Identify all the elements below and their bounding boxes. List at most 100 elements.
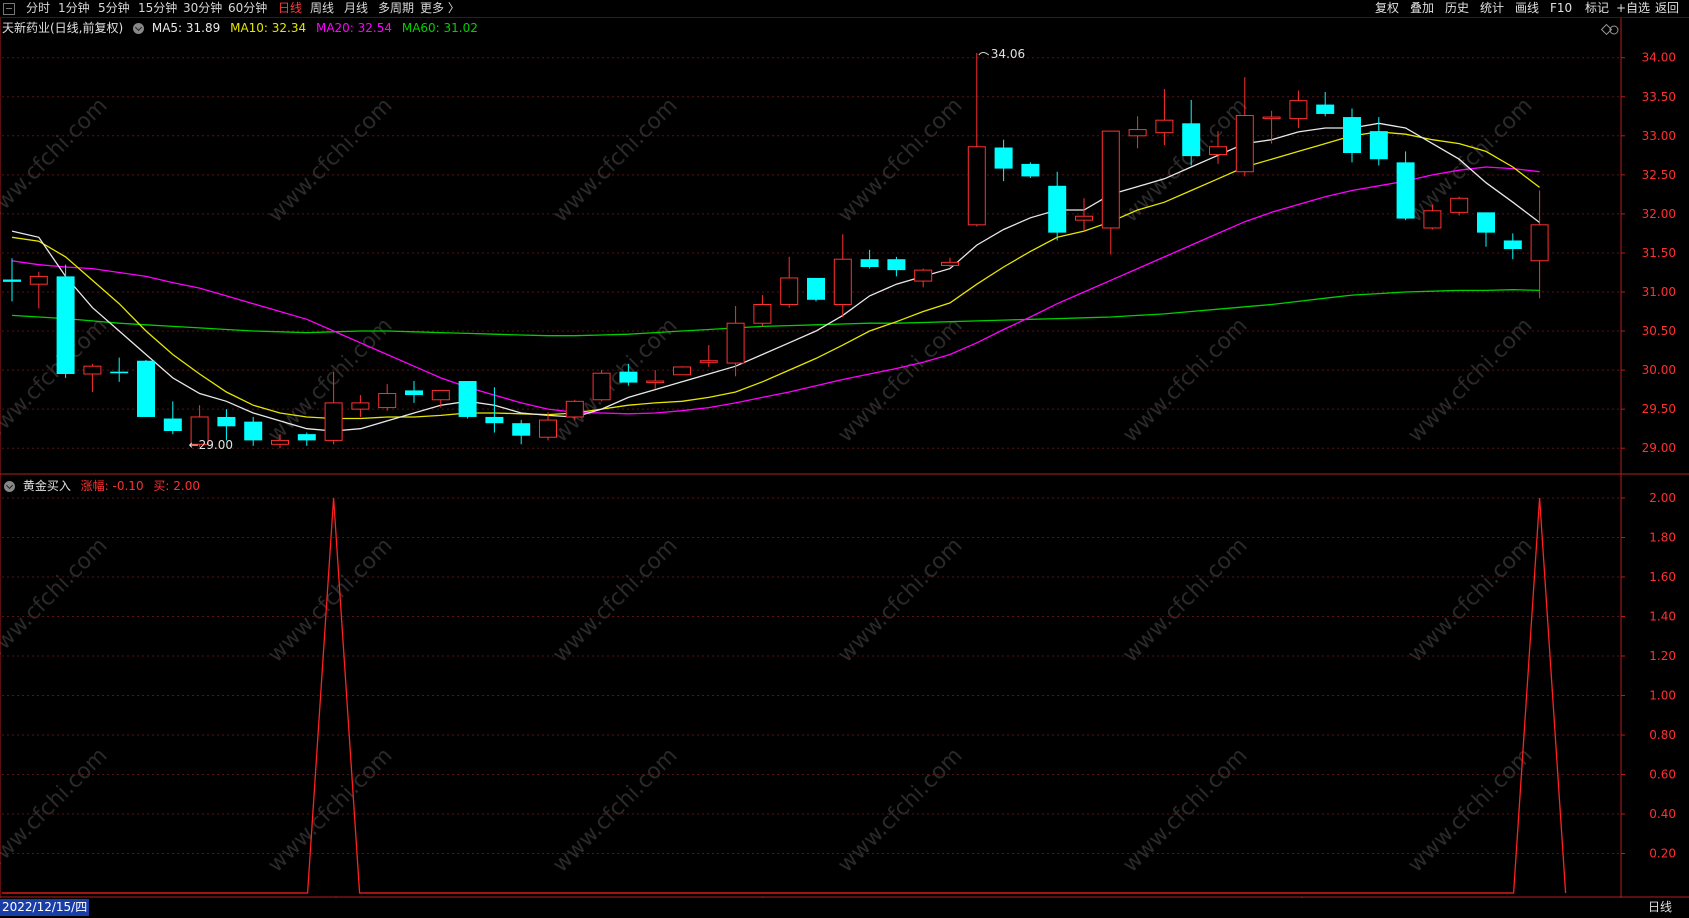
candle bbox=[1316, 92, 1335, 117]
period-indicator[interactable]: 日线 bbox=[1648, 899, 1672, 916]
candle bbox=[1396, 151, 1415, 221]
watermark-text: www.cfchi.com bbox=[833, 533, 967, 667]
price-axis: 34.00 33.50 33.00 32.50 32.00 31.50 31.00 30.50… bbox=[0, 18, 1689, 898]
candle bbox=[807, 277, 825, 302]
candle-body bbox=[914, 269, 933, 282]
indicator-buy: 买: 2.00 bbox=[153, 479, 200, 493]
candle-body bbox=[110, 371, 129, 374]
candle-body bbox=[1101, 130, 1120, 229]
watermark-text: www.cfchi.com bbox=[0, 533, 113, 667]
indicator-tick-label: 1.20 bbox=[1649, 649, 1676, 663]
candle-body bbox=[271, 439, 289, 445]
time-axis-bar: 2022/12/15/四 日线 bbox=[0, 898, 1689, 918]
candle bbox=[485, 387, 504, 433]
candle-body bbox=[1289, 100, 1308, 120]
candle-body bbox=[780, 277, 799, 305]
candle-body bbox=[941, 261, 959, 266]
candle-body bbox=[29, 275, 48, 285]
candle bbox=[1262, 110, 1281, 144]
watermark-layer: www.cfchi.com www.cfchi.com www.cfchi.com w… bbox=[0, 93, 1538, 877]
price-tick-label: 32.00 bbox=[1642, 207, 1676, 221]
watermark-text: www.cfchi.com bbox=[0, 93, 113, 227]
watermark-text: www.cfchi.com bbox=[1403, 93, 1537, 227]
watermark-text: www.cfchi.com bbox=[833, 93, 967, 227]
candle-body bbox=[3, 279, 21, 282]
price-tick-label: 29.00 bbox=[1642, 441, 1676, 455]
candle-body bbox=[485, 416, 504, 424]
indicator-tick-label: 1.80 bbox=[1649, 531, 1676, 545]
candle bbox=[137, 359, 155, 417]
price-tick-label: 31.50 bbox=[1642, 246, 1676, 260]
candle-body bbox=[1450, 197, 1469, 213]
candle-body bbox=[1530, 224, 1549, 262]
indicator-tick-label: 2.00 bbox=[1649, 491, 1676, 505]
indicator-tick-label: 0.60 bbox=[1649, 768, 1676, 782]
watermark-text: www.cfchi.com bbox=[1118, 533, 1252, 667]
indicator-change: 涨幅: -0.10 bbox=[80, 479, 144, 493]
watermark-text: www.cfchi.com bbox=[1403, 743, 1537, 877]
candle-body bbox=[1182, 123, 1201, 157]
candle-body bbox=[1155, 119, 1174, 134]
candle-body bbox=[860, 259, 879, 268]
price-tick-label: 30.50 bbox=[1642, 324, 1676, 338]
ma10-line bbox=[11, 131, 1540, 420]
candle-body bbox=[244, 421, 263, 441]
candle-body bbox=[1396, 162, 1415, 219]
candle-body bbox=[1209, 146, 1227, 156]
chart-area[interactable]: www.cfchi.com www.cfchi.com www.cfchi.com w… bbox=[0, 0, 1689, 898]
candle bbox=[565, 399, 584, 421]
candle-body bbox=[619, 371, 638, 383]
watermark-text: www.cfchi.com bbox=[0, 313, 113, 447]
candle bbox=[780, 256, 799, 308]
indicator-tick-label: 1.40 bbox=[1649, 610, 1676, 624]
candle bbox=[1343, 108, 1361, 163]
candle bbox=[1289, 90, 1308, 128]
candle-body bbox=[967, 146, 986, 226]
watermark-text: www.cfchi.com bbox=[263, 93, 397, 227]
candle-body bbox=[1048, 185, 1067, 233]
price-tick-label: 32.50 bbox=[1642, 168, 1676, 182]
ma60-line bbox=[11, 289, 1540, 337]
candle bbox=[1235, 77, 1254, 177]
watermark-text: www.cfchi.com bbox=[1118, 743, 1252, 877]
grid-lines bbox=[2, 57, 1621, 854]
candle-body bbox=[887, 259, 906, 271]
candle-body bbox=[378, 393, 397, 409]
indicator-tick-label: 0.40 bbox=[1649, 807, 1676, 821]
candle bbox=[1075, 198, 1093, 232]
candle-body bbox=[1021, 163, 1040, 177]
candle-body bbox=[297, 434, 316, 441]
candle-body bbox=[351, 402, 370, 410]
price-tick-label: 30.00 bbox=[1642, 363, 1676, 377]
candle bbox=[458, 381, 477, 419]
watermark-text: www.cfchi.com bbox=[548, 313, 682, 447]
candle bbox=[163, 401, 182, 435]
candle bbox=[1101, 130, 1120, 255]
candle-body bbox=[1262, 116, 1281, 120]
candle bbox=[431, 389, 450, 408]
candle-body bbox=[137, 360, 155, 417]
candle-body bbox=[83, 365, 102, 375]
indicator-tick-label: 0.80 bbox=[1649, 728, 1676, 742]
candle-body bbox=[1477, 212, 1495, 233]
candle bbox=[217, 409, 236, 441]
ma5-line bbox=[11, 122, 1540, 432]
candle-body bbox=[565, 400, 584, 418]
candle bbox=[646, 370, 665, 389]
candlestick-series bbox=[3, 53, 1549, 449]
indicator-toggle-icon[interactable] bbox=[4, 481, 15, 492]
indicator-tick-label: 0.20 bbox=[1649, 847, 1676, 861]
candle-body bbox=[324, 402, 343, 441]
candle bbox=[539, 412, 557, 441]
watermark-text: www.cfchi.com bbox=[263, 743, 397, 877]
candle bbox=[673, 366, 691, 376]
candle-body bbox=[1235, 115, 1254, 173]
candle-body bbox=[431, 389, 450, 401]
candle bbox=[941, 257, 959, 268]
moving-average-lines bbox=[11, 122, 1540, 432]
candle bbox=[1477, 212, 1495, 247]
candle-body bbox=[1075, 215, 1093, 221]
candle bbox=[351, 395, 370, 417]
candle-body bbox=[1343, 117, 1361, 153]
candle-body bbox=[592, 372, 611, 401]
